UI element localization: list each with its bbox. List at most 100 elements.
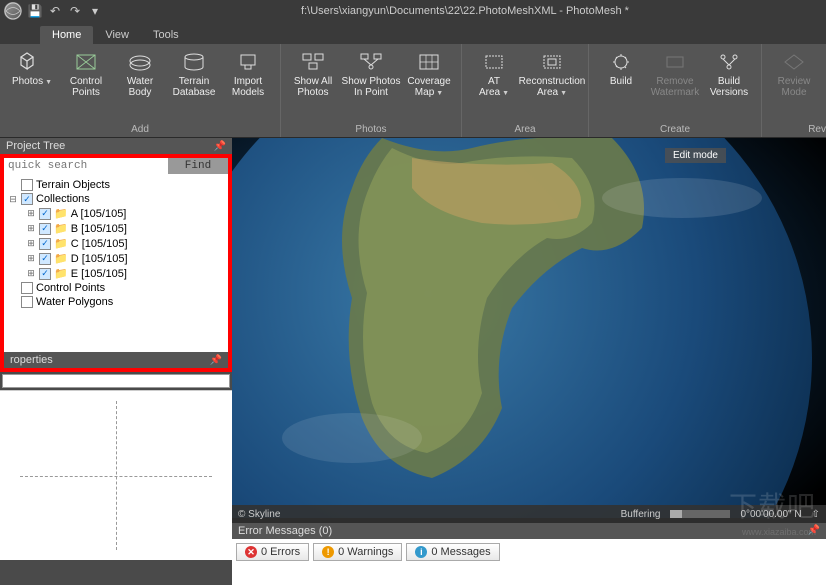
- info-icon: i: [415, 546, 427, 558]
- coverage-map-icon: [415, 50, 443, 74]
- import-models-button[interactable]: Import Models: [222, 48, 274, 122]
- remove-watermark-icon: [661, 50, 689, 74]
- tree-item-water-polygons[interactable]: Water Polygons: [8, 295, 224, 309]
- coverage-map-button[interactable]: Coverage Map▼: [403, 48, 455, 122]
- chevron-down-icon: ▼: [45, 79, 52, 86]
- slider-track[interactable]: [2, 374, 230, 388]
- tab-view[interactable]: View: [93, 26, 141, 44]
- ribbon-group-review: Review Mode Clea Review Revie: [762, 44, 826, 137]
- tree-item-b[interactable]: ⊞✓📁B [105/105]: [8, 221, 224, 236]
- photos-icon: [18, 50, 46, 74]
- water-body-icon: [126, 50, 154, 74]
- show-all-photos-icon: [299, 50, 327, 74]
- coords-label: 0°00'00.00" N: [740, 509, 801, 520]
- project-tree-header: Project Tree 📌: [0, 138, 232, 154]
- tree-item-control-points[interactable]: Control Points: [8, 281, 224, 295]
- tab-tools[interactable]: Tools: [141, 26, 191, 44]
- properties-header: roperties 📌: [4, 352, 228, 368]
- find-button[interactable]: Find: [168, 158, 228, 174]
- group-label-review: Revie: [768, 122, 826, 135]
- terrain-database-button[interactable]: Terrain Database: [168, 48, 220, 122]
- tree-item-d[interactable]: ⊞✓📁D [105/105]: [8, 251, 224, 266]
- ribbon-group-add: Photos▼ Control Points Water Body Terrai…: [0, 44, 281, 137]
- title-bar: 💾 ↶ ↷ ▾ f:\Users\xiangyun\Documents\22\2…: [0, 0, 826, 22]
- at-area-button[interactable]: AT Area▼: [468, 48, 520, 122]
- build-icon: [607, 50, 635, 74]
- review-mode-button[interactable]: Review Mode: [768, 48, 820, 122]
- ribbon-group-photos: Show All Photos Show Photos In Point Cov…: [281, 44, 462, 137]
- tree-item-collections[interactable]: ⊟✓Collections: [8, 192, 224, 206]
- pin-icon[interactable]: 📌: [808, 525, 820, 537]
- import-models-icon: [234, 50, 262, 74]
- highlighted-tree-region: Find Terrain Objects ⊟✓Collections ⊞✓📁A …: [0, 154, 232, 372]
- qat-dropdown-icon[interactable]: ▾: [88, 4, 102, 18]
- chart-axis-v: [116, 401, 117, 550]
- folder-icon: 📁: [54, 237, 68, 250]
- review-mode-icon: [780, 50, 808, 74]
- tree-item-a[interactable]: ⊞✓📁A [105/105]: [8, 206, 224, 221]
- reconstruction-area-button[interactable]: Reconstruction Area▼: [522, 48, 582, 122]
- ribbon: Photos▼ Control Points Water Body Terrai…: [0, 44, 826, 138]
- error-messages-panel: Error Messages (0) 📌 ✕0 Errors !0 Warning…: [232, 523, 826, 585]
- chevron-down-icon: ▼: [436, 90, 443, 97]
- folder-icon: 📁: [54, 267, 68, 280]
- tree-item-terrain-objects[interactable]: Terrain Objects: [8, 178, 224, 192]
- terrain-database-icon: [180, 50, 208, 74]
- main-area: Project Tree 📌 Find Terrain Objects ⊟✓Co…: [0, 138, 826, 585]
- build-versions-button[interactable]: Build Versions: [703, 48, 755, 122]
- globe-status-bar: © Skyline Buffering 0°00'00.00" N ⇧: [232, 505, 826, 523]
- errors-filter-button[interactable]: ✕0 Errors: [236, 543, 309, 561]
- quick-access-toolbar: 💾 ↶ ↷ ▾: [28, 4, 102, 18]
- tree-item-c[interactable]: ⊞✓📁C [105/105]: [8, 236, 224, 251]
- group-label-area: Area: [468, 122, 582, 135]
- warnings-filter-button[interactable]: !0 Warnings: [313, 543, 402, 561]
- ribbon-group-create: Build Remove Watermark Build Versions Cr…: [589, 44, 762, 137]
- buffering-progress: [670, 510, 730, 518]
- warning-icon: !: [322, 546, 334, 558]
- control-points-icon: [72, 50, 100, 74]
- show-all-photos-button[interactable]: Show All Photos: [287, 48, 339, 122]
- folder-icon: 📁: [54, 207, 68, 220]
- tab-home[interactable]: Home: [40, 26, 93, 44]
- folder-icon: 📁: [54, 252, 68, 265]
- photos-button[interactable]: Photos▼: [6, 48, 58, 122]
- save-icon[interactable]: 💾: [28, 4, 42, 18]
- edit-mode-badge: Edit mode: [665, 148, 726, 163]
- error-icon: ✕: [245, 546, 257, 558]
- build-versions-icon: [715, 50, 743, 74]
- project-tree[interactable]: Terrain Objects ⊟✓Collections ⊞✓📁A [105/…: [4, 174, 228, 352]
- window-title: f:\Users\xiangyun\Documents\22\22.PhotoM…: [108, 5, 822, 17]
- water-body-button[interactable]: Water Body: [114, 48, 166, 122]
- ribbon-group-area: AT Area▼ Reconstruction Area▼ Area: [462, 44, 589, 137]
- globe-view[interactable]: Edit mode © Skyline Buffering 0°00'00.00…: [232, 138, 826, 523]
- app-logo-icon: [4, 2, 22, 20]
- left-panel: Project Tree 📌 Find Terrain Objects ⊟✓Co…: [0, 138, 232, 585]
- control-points-button[interactable]: Control Points: [60, 48, 112, 122]
- viewport-panel: Edit mode © Skyline Buffering 0°00'00.00…: [232, 138, 826, 585]
- show-photos-in-point-button[interactable]: Show Photos In Point: [341, 48, 401, 122]
- clear-review-button[interactable]: Clea Review: [822, 48, 826, 122]
- error-messages-title: Error Messages (0): [238, 525, 332, 537]
- direction-icon: ⇧: [812, 509, 820, 520]
- chevron-down-icon: ▼: [560, 90, 567, 97]
- pin-icon[interactable]: 📌: [210, 355, 222, 366]
- build-button[interactable]: Build: [595, 48, 647, 122]
- properties-chart: [0, 390, 232, 560]
- search-input[interactable]: [4, 158, 168, 174]
- globe-render: [232, 138, 826, 518]
- folder-icon: 📁: [54, 222, 68, 235]
- redo-icon[interactable]: ↷: [68, 4, 82, 18]
- messages-filter-button[interactable]: i0 Messages: [406, 543, 499, 561]
- copyright-label: © Skyline: [238, 509, 280, 520]
- tree-item-e[interactable]: ⊞✓📁E [105/105]: [8, 266, 224, 281]
- at-area-icon: [480, 50, 508, 74]
- show-photos-in-point-icon: [357, 50, 385, 74]
- group-label-add: Add: [6, 122, 274, 135]
- group-label-photos: Photos: [287, 122, 455, 135]
- undo-icon[interactable]: ↶: [48, 4, 62, 18]
- pin-icon[interactable]: 📌: [214, 141, 226, 152]
- remove-watermark-button[interactable]: Remove Watermark: [649, 48, 701, 122]
- reconstruction-area-icon: [538, 50, 566, 74]
- buffering-label: Buffering: [621, 509, 661, 520]
- chevron-down-icon: ▼: [502, 90, 509, 97]
